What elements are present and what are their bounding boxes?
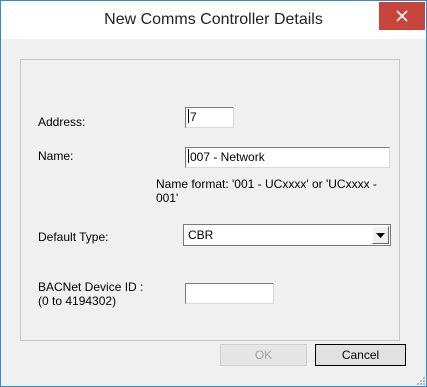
address-value: 7 — [190, 110, 197, 124]
details-group-box: Address: 7 Name: 007 - Network Name form… — [20, 59, 400, 341]
default-type-value: CBR — [188, 228, 214, 242]
bacnet-id-input[interactable] — [185, 283, 274, 304]
address-input[interactable]: 7 — [185, 107, 234, 128]
name-value: 007 - Network — [190, 150, 265, 164]
dialog-window: New Comms Controller Details Address: 7 … — [0, 0, 427, 387]
close-icon — [396, 10, 408, 22]
dropdown-button[interactable] — [372, 226, 389, 244]
title-bar[interactable]: New Comms Controller Details — [1, 1, 426, 39]
window-title: New Comms Controller Details — [104, 11, 323, 28]
chevron-down-icon — [376, 233, 385, 238]
bacnet-id-label: BACNet Device ID : — [38, 280, 144, 294]
dialog-body: Address: 7 Name: 007 - Network Name form… — [9, 39, 418, 378]
cancel-button[interactable]: Cancel — [315, 344, 406, 366]
name-label: Name: — [38, 149, 74, 163]
default-type-label: Default Type: — [38, 230, 109, 244]
ok-button[interactable]: OK — [220, 344, 307, 366]
address-label: Address: — [38, 115, 86, 129]
name-format-hint: Name format: '001 - UCxxxx' or 'UCxxxx -… — [156, 177, 377, 205]
bacnet-id-range: (0 to 4194302) — [38, 294, 117, 308]
name-input[interactable]: 007 - Network — [185, 147, 390, 168]
close-button[interactable] — [379, 2, 425, 30]
text-caret — [188, 109, 189, 123]
default-type-select[interactable]: CBR — [183, 224, 391, 246]
resize-grip-icon[interactable] — [414, 374, 426, 386]
text-caret — [188, 149, 189, 163]
